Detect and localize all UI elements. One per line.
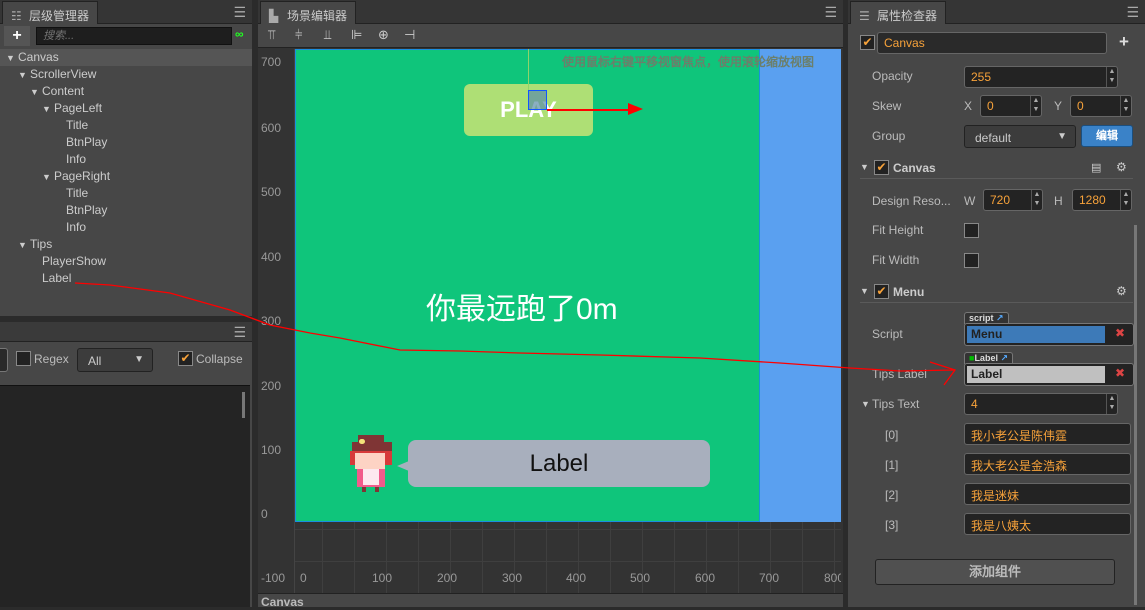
annotation-line xyxy=(74,282,956,372)
annotation-arrowhead xyxy=(929,361,957,386)
annotation-arrow xyxy=(74,282,957,386)
